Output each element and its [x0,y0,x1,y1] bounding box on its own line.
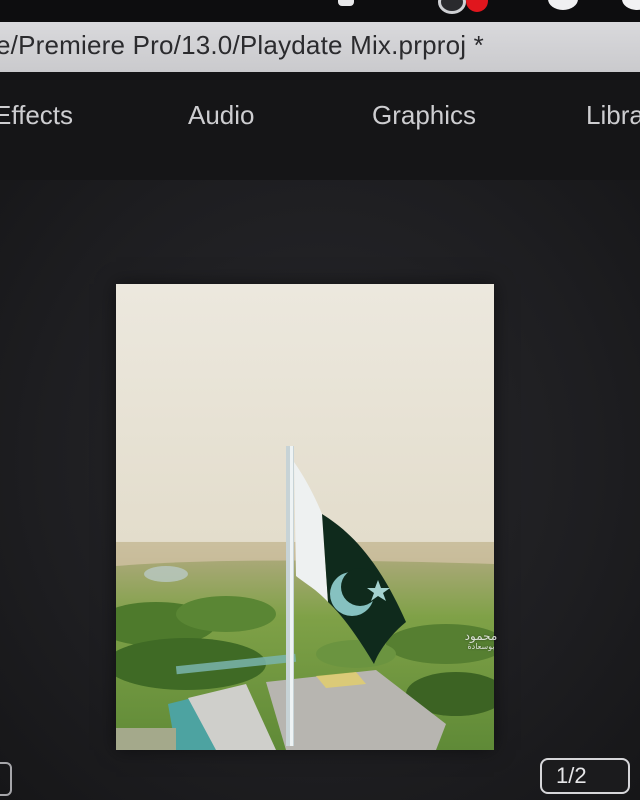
playhead-control[interactable] [0,762,12,796]
watermark-sub: بوسعادة [467,642,495,651]
resolution-dropdown[interactable]: 1/2 [540,758,630,794]
notification-icon[interactable] [338,0,354,6]
system-menu-bar [0,0,640,22]
control-center-icon[interactable] [438,0,466,14]
record-icon[interactable] [466,0,488,12]
workspace-tab-bar: Effects Audio Graphics Libra [0,72,640,180]
tab-graphics[interactable]: Graphics [372,100,476,131]
tab-libraries[interactable]: Libra [586,100,640,131]
wifi-icon[interactable] [548,0,578,10]
battery-icon[interactable] [622,0,640,10]
tab-audio[interactable]: Audio [188,100,255,131]
watermark: محمود بوسعادة [452,630,510,651]
window-title: e/Premiere Pro/13.0/Playdate Mix.prproj … [0,30,484,60]
window-title-bar[interactable]: e/Premiere Pro/13.0/Playdate Mix.prproj … [0,22,640,73]
tab-effects[interactable]: Effects [0,100,73,131]
screen: e/Premiere Pro/13.0/Playdate Mix.prproj … [0,0,640,800]
watermark-main: محمود [464,629,498,643]
video-frame-image [116,284,494,750]
video-preview[interactable] [116,284,494,750]
